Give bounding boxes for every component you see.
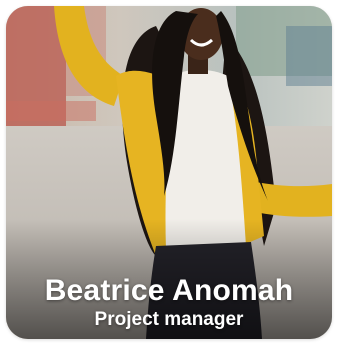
profile-role: Project manager bbox=[94, 309, 244, 330]
profile-name: Beatrice Anomah bbox=[44, 274, 294, 307]
profile-card[interactable]: Beatrice Anomah Project manager bbox=[6, 6, 332, 339]
